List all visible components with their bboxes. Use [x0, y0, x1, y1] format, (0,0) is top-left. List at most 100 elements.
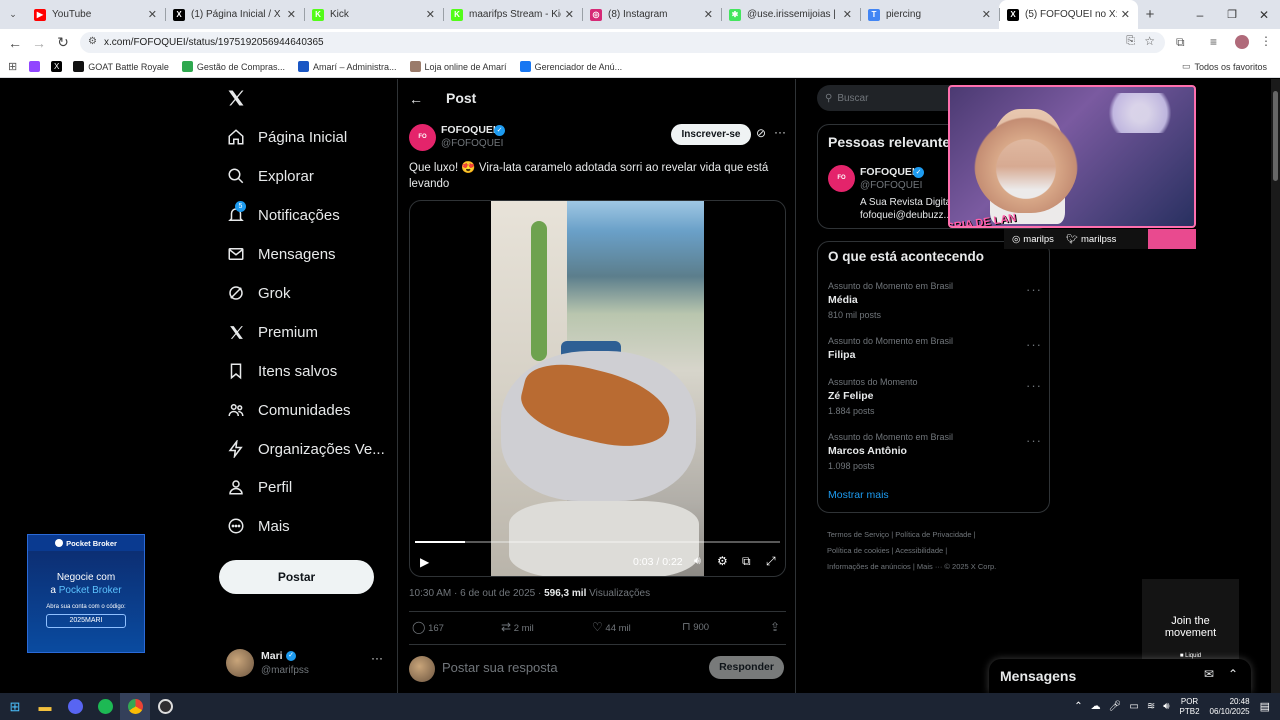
clock[interactable]: 20:48 06/10/2025 [1210, 697, 1250, 717]
minimize-button[interactable]: – [1184, 0, 1216, 29]
tab-close-icon[interactable]: ✕ [565, 8, 574, 21]
bookmark-item[interactable]: GOAT Battle Royale [73, 61, 169, 72]
bookmark-star-icon[interactable]: ☆ [1144, 34, 1155, 48]
relevant-name[interactable]: FOFOQUEI [860, 166, 915, 178]
bookmark-item[interactable]: Gerenciador de Anú... [519, 61, 622, 72]
new-message-icon[interactable]: ✉ [1204, 667, 1214, 681]
reply-input[interactable]: Postar sua resposta [442, 660, 558, 675]
windows-start-icon[interactable]: ⊞ [0, 693, 30, 720]
reply-button[interactable]: Responder [709, 656, 784, 679]
notification-icon[interactable]: ▤ [1260, 700, 1270, 713]
twitch-bookmark-icon[interactable] [29, 61, 41, 72]
system-tray[interactable]: ⌃ ☁ 🎤︎ ▭ ≋ 🔊︎ [1074, 701, 1169, 712]
x-logo-icon[interactable] [226, 88, 248, 110]
sidebar-item[interactable]: Comunidades [226, 400, 351, 420]
scrollbar-thumb[interactable] [1273, 91, 1278, 181]
browser-tab[interactable]: X (1) Página Inicial / X ✕ [165, 0, 304, 29]
video-player[interactable]: ▶ 0:03 / 0:22 🔊︎ ⚙ ⧉ ⤢ [409, 200, 786, 577]
trend-more-icon[interactable]: ··· [1026, 378, 1042, 393]
discord-icon[interactable] [60, 693, 90, 720]
author-name[interactable]: FOFOQUEI [441, 124, 496, 136]
browser-tab[interactable]: Tpiercing ✕ [860, 0, 999, 29]
collapse-icon[interactable]: ⌃ [1228, 667, 1238, 681]
sidebar-item[interactable]: Grok [226, 283, 291, 303]
tab-close-icon[interactable]: ✕ [287, 8, 296, 21]
relevant-avatar[interactable]: FO [828, 165, 855, 192]
bookmark-item[interactable]: Gestão de Compras... [181, 61, 285, 72]
pocket-broker-ad[interactable]: Pocket Broker Negocie com a Pocket Broke… [27, 534, 145, 653]
x-bookmark-icon[interactable]: X [51, 61, 63, 72]
sidebar-item[interactable]: Página Inicial [226, 127, 347, 147]
back-icon[interactable]: ← [3, 31, 27, 55]
sidebar-item[interactable]: 5 Notificações [226, 201, 340, 225]
pip-icon[interactable]: ⧉ [742, 554, 751, 569]
volume-icon[interactable]: 🔊︎ [694, 555, 701, 568]
chrome-icon[interactable] [120, 693, 150, 720]
sidebar-item[interactable]: Itens salvos [226, 361, 337, 381]
bookmark-item[interactable]: Amarí – Administra... [297, 61, 397, 72]
trend-more-icon[interactable]: ··· [1026, 337, 1042, 352]
install-app-icon[interactable]: ⎘ [1126, 35, 1135, 48]
fullscreen-icon[interactable]: ⤢ [766, 554, 776, 569]
post-timestamp[interactable]: 10:30 AM · 6 de out de 2025 · [409, 588, 544, 599]
tab-close-icon[interactable]: ✕ [1121, 8, 1130, 21]
tab-close-icon[interactable]: ✕ [148, 8, 157, 21]
browser-menu-icon[interactable]: ⋮ [1260, 34, 1272, 48]
all-bookmarks[interactable]: ▭ Todos os favoritos [1182, 61, 1267, 72]
grok-icon[interactable]: ⊘ [756, 126, 766, 140]
url-bar[interactable]: ⚙ x.com/FOFOQUEI/status/1975192056944640… [80, 32, 1165, 53]
profile-avatar[interactable] [1235, 35, 1249, 49]
bookmark-action[interactable]: ⊓ 900 [682, 620, 709, 633]
sidebar-item[interactable]: Organizações Ve... [226, 439, 385, 459]
show-more-link[interactable]: Mostrar mais [828, 489, 889, 501]
apps-icon[interactable]: ⊞ [8, 60, 17, 73]
like-action[interactable]: ♡ 44 mil [592, 620, 631, 634]
reload-icon[interactable]: ↻ [51, 31, 75, 55]
new-tab-button[interactable]: + [1138, 0, 1162, 29]
sidebar-item[interactable]: Perfil [226, 477, 292, 497]
play-icon[interactable]: ▶ [420, 555, 429, 569]
video-progress-track[interactable] [415, 541, 780, 543]
obs-icon[interactable] [150, 693, 180, 720]
maximize-button[interactable]: ❐ [1216, 0, 1248, 29]
language-indicator[interactable]: POR PTB2 [1180, 697, 1200, 717]
browser-tab[interactable]: ✱ @use.irissemijoias | Linkt ✕ [721, 0, 860, 29]
tab-close-icon[interactable]: ✕ [843, 8, 852, 21]
post-more-icon[interactable]: ··· [774, 125, 786, 139]
trend-item[interactable]: Assuntos do Momento Zé Felipe 1.884 posts [828, 377, 1038, 416]
sidebar-item[interactable]: Premium [226, 322, 318, 342]
scrollbar[interactable] [1271, 79, 1280, 693]
subscribe-button[interactable]: Inscrever-se [671, 124, 751, 145]
tab-search-button[interactable]: ⌄ [0, 0, 26, 29]
reply-action[interactable]: ◯ 167 [412, 620, 444, 634]
search-box[interactable]: ⚲ Buscar [817, 85, 967, 111]
settings-icon[interactable]: ⚙ [717, 554, 728, 568]
trend-more-icon[interactable]: ··· [1026, 433, 1042, 448]
sidebar-item[interactable]: Mais [226, 516, 290, 536]
account-switcher[interactable]: Mari ✓ @marifpss ··· [226, 649, 386, 679]
browser-tab[interactable]: X (5) FOFOQUEI no X: "Que ✕ [999, 0, 1138, 29]
repost-action[interactable]: ⇄ 2 mil [501, 620, 534, 634]
file-explorer-icon[interactable]: ▬ [30, 693, 60, 720]
messages-drawer[interactable]: Mensagens ✉ ⌃ [989, 659, 1251, 693]
trend-item[interactable]: Assunto do Momento em Brasil Filipa [828, 336, 1038, 361]
extensions-icon[interactable]: ⧉ [1176, 35, 1185, 50]
spotify-icon[interactable] [90, 693, 120, 720]
post-compose-button[interactable]: Postar [219, 560, 374, 594]
browser-tab[interactable]: Kmaarifps Stream - Kick Da ✕ [443, 0, 582, 29]
trend-more-icon[interactable]: ··· [1026, 282, 1042, 297]
sidebar-item[interactable]: Mensagens [226, 244, 336, 264]
back-arrow-icon[interactable]: ← [409, 91, 423, 107]
browser-tab[interactable]: ◎ (8) Instagram ✕ [582, 0, 721, 29]
sidebar-item[interactable]: Explorar [226, 166, 314, 186]
author-avatar[interactable]: FO [409, 124, 436, 151]
tab-close-icon[interactable]: ✕ [426, 8, 435, 21]
trend-item[interactable]: Assunto do Momento em Brasil Média 810 mil… [828, 281, 1038, 320]
share-icon[interactable]: ⇪ [770, 620, 780, 634]
browser-tab[interactable]: ▶ YouTube ✕ [26, 0, 165, 29]
site-info-icon[interactable]: ⚙ [88, 36, 97, 47]
forward-icon[interactable]: → [27, 31, 51, 55]
reading-list-icon[interactable]: ≡ [1210, 35, 1217, 49]
tab-close-icon[interactable]: ✕ [982, 8, 991, 21]
more-icon[interactable]: ··· [371, 651, 383, 665]
